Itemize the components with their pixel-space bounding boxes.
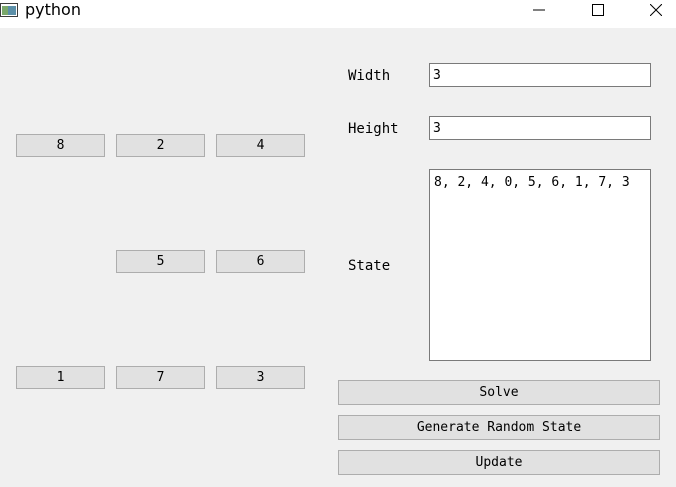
tile-6[interactable]: 6 [216, 250, 305, 273]
maximize-button[interactable] [575, 0, 621, 20]
app-window: python 824 56 173 Width Height State 8, 2,… [0, 0, 676, 487]
width-label: Width [348, 68, 391, 84]
maximize-icon [592, 4, 604, 16]
tile-4[interactable]: 4 [216, 134, 305, 157]
solve-button[interactable]: Solve [338, 380, 660, 405]
tile-7[interactable]: 7 [116, 366, 205, 389]
minimize-icon [533, 9, 545, 11]
python-window-icon [0, 3, 18, 17]
title-bar: python [0, 0, 676, 28]
state-textarea[interactable]: 8, 2, 4, 0, 5, 6, 1, 7, 3 [429, 169, 651, 361]
tile-1[interactable]: 1 [16, 366, 105, 389]
update-button[interactable]: Update [338, 450, 660, 475]
tile-5[interactable]: 5 [116, 250, 205, 273]
window-title: python [25, 0, 81, 19]
height-input[interactable] [429, 116, 651, 140]
generate-random-state-button[interactable]: Generate Random State [338, 415, 660, 440]
width-input[interactable] [429, 63, 651, 87]
state-label: State [348, 258, 391, 274]
minimize-button[interactable] [516, 0, 562, 20]
tile-2[interactable]: 2 [116, 134, 205, 157]
close-button[interactable] [633, 0, 676, 20]
tile-3[interactable]: 3 [216, 366, 305, 389]
close-icon [650, 4, 662, 16]
tile-8[interactable]: 8 [16, 134, 105, 157]
height-label: Height [348, 121, 399, 137]
